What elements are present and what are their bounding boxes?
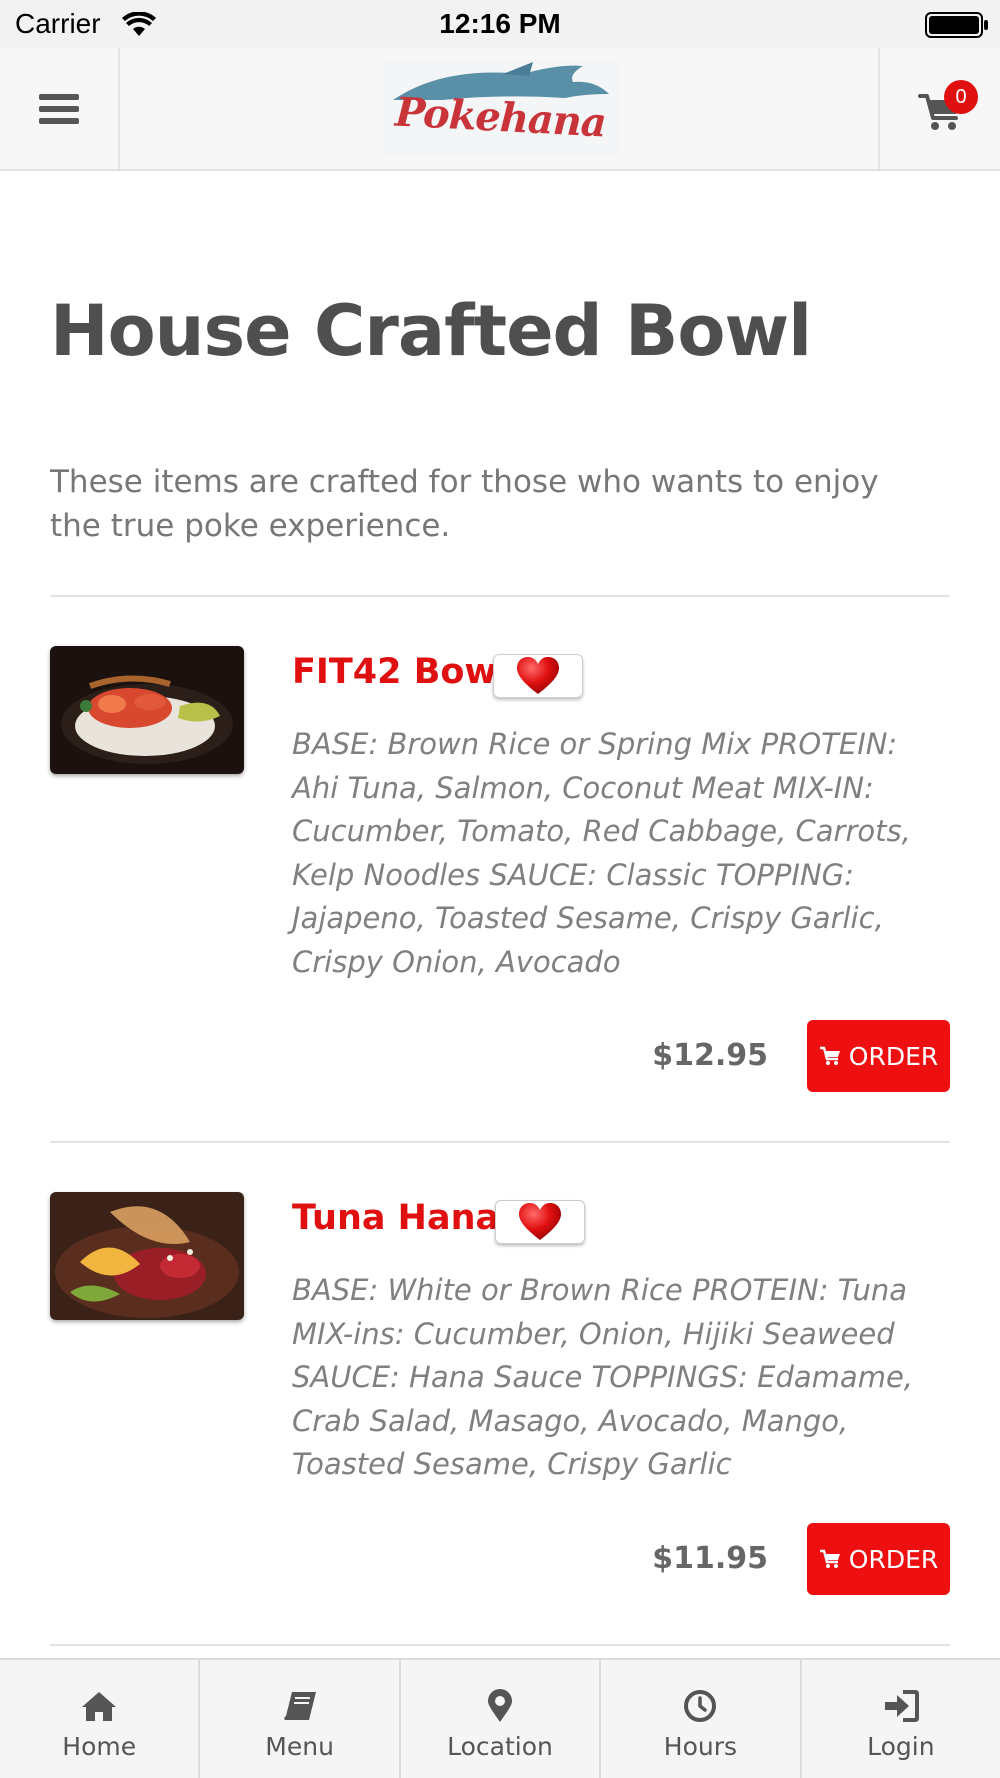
nav-label: Hours [663, 1732, 738, 1761]
favorite-button[interactable] [495, 1200, 585, 1244]
favorite-button[interactable] [493, 654, 583, 698]
nav-label: Home [62, 1732, 137, 1761]
item-image[interactable] [50, 646, 244, 774]
cart-count-badge: 0 [944, 80, 978, 114]
order-label: ORDER [848, 1544, 939, 1574]
page-description: These items are crafted for those who wa… [50, 464, 879, 544]
hamburger-icon [39, 93, 79, 124]
order-button[interactable]: ORDER [807, 1523, 950, 1595]
poke-bowl-photo [50, 1192, 244, 1320]
item-description: BASE: Brown Rice or Spring Mix PROTEIN: … [292, 727, 911, 979]
battery-icon [925, 12, 988, 38]
nav-home[interactable]: Home [0, 1660, 201, 1778]
cart-icon [819, 1549, 840, 1568]
nav-label: Location [447, 1732, 553, 1761]
nav-menu[interactable]: Menu [200, 1660, 401, 1778]
poke-bowl-photo [50, 646, 244, 774]
bottom-nav: Home Menu Location Hours Login [0, 1658, 1000, 1778]
divider [50, 1644, 950, 1646]
item-price: $12.95 [652, 1038, 768, 1073]
nav-location[interactable]: Location [401, 1660, 602, 1778]
order-label: ORDER [848, 1041, 939, 1071]
divider [50, 595, 950, 597]
pokehana-logo[interactable]: Pokehana [383, 60, 618, 157]
nav-login[interactable]: Login [802, 1660, 1000, 1778]
item-name[interactable]: Tuna Hana [292, 1198, 499, 1238]
item-price: $11.95 [652, 1541, 768, 1576]
status-bar: Carrier 12:16 PM [0, 0, 1000, 48]
order-button[interactable]: ORDER [807, 1020, 950, 1092]
map-marker-icon [480, 1688, 520, 1724]
hamburger-menu-button[interactable] [0, 48, 120, 169]
status-time: 12:16 PM [439, 8, 561, 39]
sign-in-icon [881, 1688, 921, 1724]
cart-button[interactable]: 0 [878, 48, 1000, 169]
cart-icon [819, 1046, 840, 1065]
nav-hours[interactable]: Hours [601, 1660, 802, 1778]
item-name[interactable]: FIT42 Bowl [292, 652, 509, 692]
app-header: Pokehana 0 [0, 48, 1000, 171]
item-description: BASE: White or Brown Rice PROTEIN: Tuna … [292, 1273, 914, 1481]
page-title: House Crafted Bowl [50, 290, 812, 372]
nav-label: Login [867, 1732, 935, 1761]
book-icon [280, 1688, 320, 1724]
heart-icon [517, 657, 559, 694]
clock-icon [680, 1688, 720, 1724]
divider [50, 1141, 950, 1143]
nav-label: Menu [265, 1732, 334, 1761]
home-icon [79, 1688, 119, 1724]
heart-icon [519, 1203, 561, 1240]
item-image[interactable] [50, 1192, 244, 1320]
